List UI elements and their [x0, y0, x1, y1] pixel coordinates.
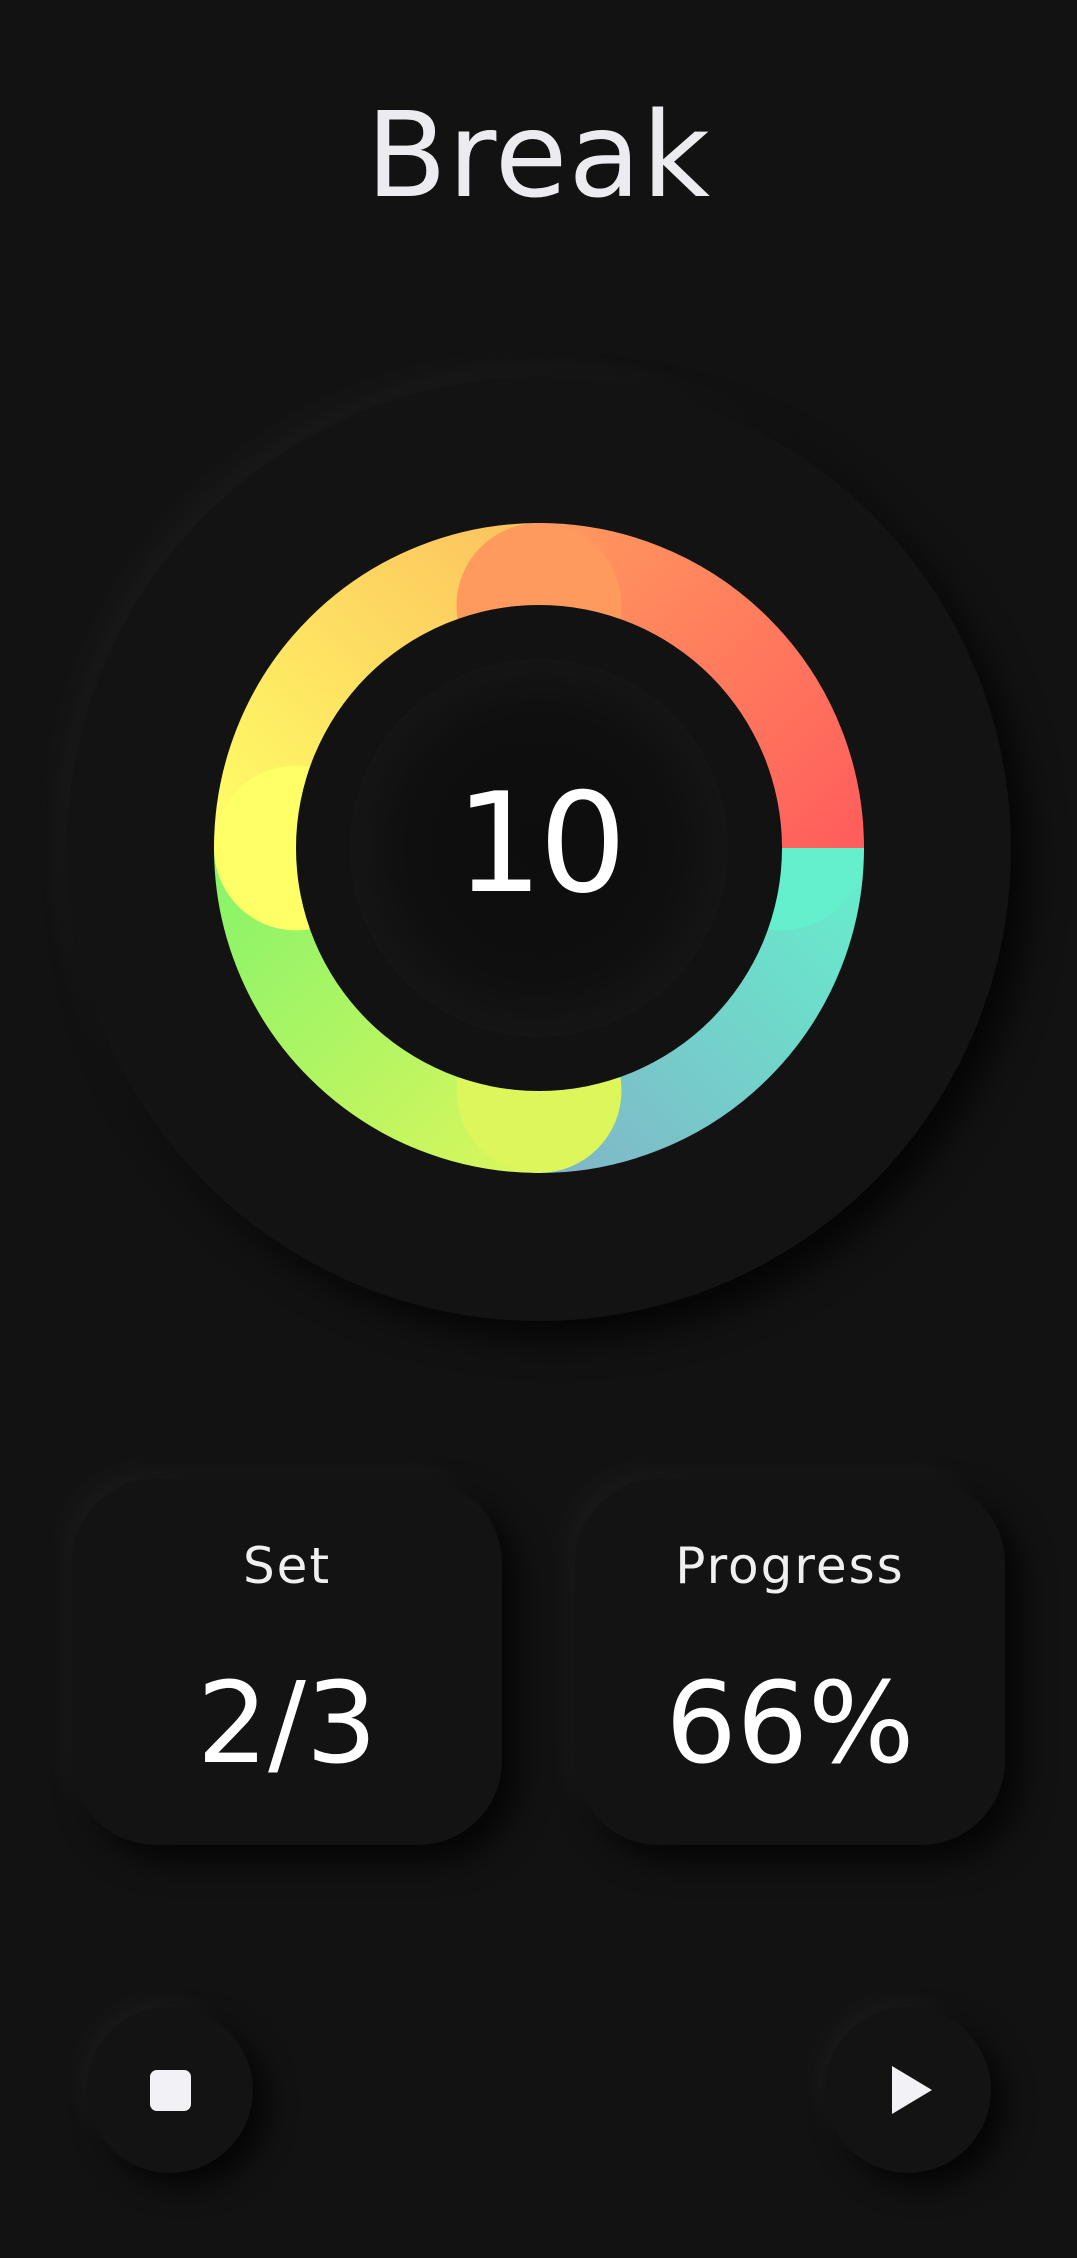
stop-button[interactable] [87, 2007, 253, 2173]
set-card: Set 2/3 [72, 1479, 502, 1845]
progress-value: 66% [665, 1659, 915, 1789]
set-value: 2/3 [196, 1659, 378, 1789]
set-label: Set [242, 1537, 332, 1595]
countdown-value: 10 [455, 762, 627, 924]
progress-ring [214, 523, 864, 1173]
play-button[interactable] [825, 2007, 991, 2173]
play-icon [892, 2066, 932, 2114]
stop-icon [149, 2069, 191, 2111]
progress-label: Progress [675, 1537, 905, 1595]
progress-card: Progress 66% [575, 1479, 1005, 1845]
